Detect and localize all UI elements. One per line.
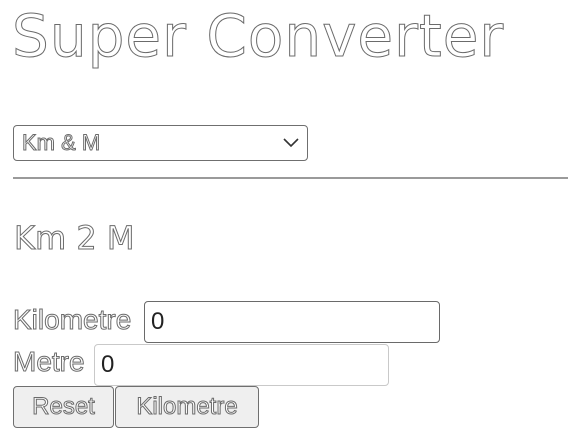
kilometre-input[interactable] [144, 301, 440, 343]
section-title: Km 2 M [13, 219, 135, 258]
kilometre-button[interactable]: Kilometre [115, 386, 259, 428]
reset-button[interactable]: Reset [13, 386, 114, 428]
metre-input[interactable] [94, 344, 389, 386]
metre-label: Metre [13, 346, 86, 378]
kilometre-label: Kilometre [12, 304, 132, 336]
converter-select-value: Km & M [22, 130, 101, 156]
app-title: Super Converter [11, 2, 505, 71]
section-divider [13, 177, 568, 179]
kilometre-button-label: Kilometre [136, 393, 238, 421]
reset-button-label: Reset [32, 393, 96, 421]
chevron-down-icon [281, 133, 301, 153]
converter-select[interactable]: Km & M [13, 125, 308, 161]
